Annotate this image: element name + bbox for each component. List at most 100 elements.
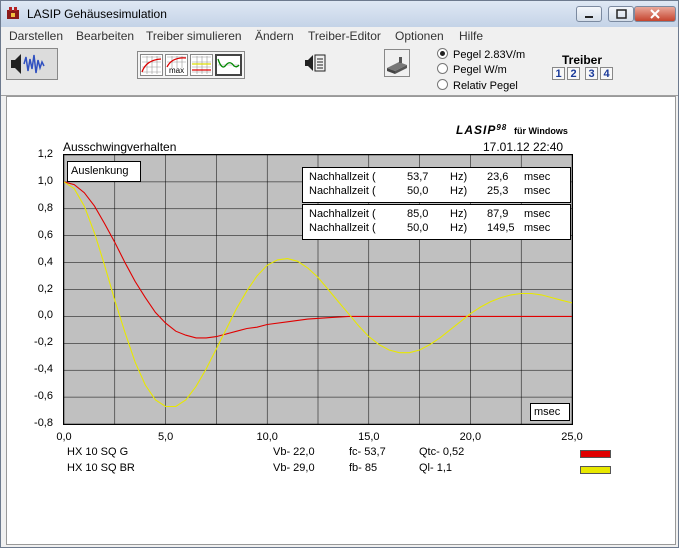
radio-unchecked-icon bbox=[437, 63, 448, 74]
y-tick-label: -0,6 bbox=[34, 390, 53, 403]
nachhall-unit: Hz) bbox=[450, 171, 468, 183]
legend-swatch[interactable] bbox=[580, 466, 611, 474]
nachhall-tunit: msec bbox=[524, 208, 551, 220]
nachhall-time: 25,3 bbox=[487, 185, 509, 197]
frequency-response-button[interactable] bbox=[140, 54, 163, 76]
x-tick-label: 0,0 bbox=[56, 431, 72, 443]
pegel-option-label: Relativ Pegel bbox=[453, 80, 518, 92]
radio-checked-icon bbox=[437, 48, 448, 59]
y-tick-label: 1,0 bbox=[37, 174, 53, 187]
menu-darstellen[interactable]: Darstellen bbox=[9, 29, 63, 43]
x-tick-label: 5,0 bbox=[157, 431, 174, 443]
nachhall-label: Nachhallzeit ( bbox=[309, 185, 376, 197]
frequency-chart-icon bbox=[141, 56, 162, 74]
legend-vb: Vb- 22,0 bbox=[273, 446, 315, 458]
x-tick-label: 25,0 bbox=[561, 431, 583, 443]
y-axis-label: Auslenkung bbox=[71, 165, 129, 177]
y-tick-label: -0,8 bbox=[34, 417, 53, 429]
y-tick-label: 0,2 bbox=[37, 282, 53, 295]
legend-f: fc- 53,7 bbox=[349, 446, 386, 458]
x-unit-box: msec bbox=[530, 403, 570, 421]
legend-vb: Vb- 29,0 bbox=[273, 462, 315, 474]
maximize-button[interactable] bbox=[608, 6, 634, 22]
y-tick-label: -0,2 bbox=[34, 336, 53, 349]
radio-unchecked-icon bbox=[437, 79, 448, 90]
nachhall-unit: Hz) bbox=[450, 222, 468, 234]
minimize-button[interactable] bbox=[576, 6, 602, 22]
nachhall-box: Nachhallzeit ( 85,0 Hz) 87,9 msec Nachhallzei… bbox=[302, 204, 571, 240]
chart-title: Ausschwingverhalten bbox=[63, 140, 177, 154]
nachhall-unit: Hz) bbox=[450, 185, 468, 197]
close-icon bbox=[650, 9, 660, 19]
legend-name: HX 10 SQ BR bbox=[67, 462, 135, 474]
menu-optionen[interactable]: Optionen bbox=[395, 29, 444, 43]
decay-wave-icon bbox=[217, 58, 240, 68]
nachhall-tunit: msec bbox=[524, 222, 551, 234]
x-tick-label: 15,0 bbox=[358, 431, 380, 443]
speaker-list-button[interactable] bbox=[303, 51, 329, 76]
pegel-option-283[interactable]: Pegel 2.83V/m bbox=[437, 48, 525, 61]
legend-q: Qtc- 0,52 bbox=[419, 446, 465, 458]
pegel-option-wm[interactable]: Pegel W/m bbox=[437, 63, 507, 76]
y-tick-label: 0,4 bbox=[37, 255, 53, 268]
legend-name: HX 10 SQ G bbox=[67, 446, 129, 458]
nachhall-label: Nachhallzeit ( bbox=[309, 171, 376, 183]
treiber-1-button[interactable]: 1 bbox=[552, 67, 565, 80]
chart-datetime: 17.01.12 22:40 bbox=[483, 140, 564, 154]
nachhall-box: Nachhallzeit ( 53,7 Hz) 23,6 msec Nachhallzei… bbox=[302, 167, 571, 203]
nachhall-tunit: msec bbox=[524, 171, 551, 183]
nachhall-time: 23,6 bbox=[487, 171, 509, 183]
nachhall-time: 149,5 bbox=[487, 222, 515, 234]
title-bar[interactable]: LASIP Gehäusesimulation bbox=[1, 1, 678, 27]
speaker-list-icon bbox=[305, 54, 326, 72]
treiber-3-button[interactable]: 3 bbox=[585, 67, 598, 80]
impedance-button[interactable] bbox=[190, 54, 213, 76]
menu-hilfe[interactable]: Hilfe bbox=[459, 29, 483, 43]
nachhall-label: Nachhallzeit ( bbox=[309, 208, 376, 220]
pegel-option-label: Pegel 2.83V/m bbox=[453, 49, 526, 61]
nachhall-freq: 50,0 bbox=[407, 185, 429, 197]
nachhall-time: 87,9 bbox=[487, 208, 509, 220]
maximize-icon bbox=[616, 9, 627, 19]
y-tick-label: -0,4 bbox=[34, 363, 53, 376]
x-tick-label: 10,0 bbox=[256, 431, 278, 443]
max-level-button[interactable]: max bbox=[165, 54, 188, 76]
y-axis-label-box: Auslenkung bbox=[67, 161, 141, 182]
y-tick-label: 1,2 bbox=[37, 148, 53, 160]
y-tick-label: 0,0 bbox=[37, 309, 53, 322]
box-icon bbox=[387, 57, 407, 74]
lasip-logo: LASIP98 bbox=[456, 123, 508, 137]
nachhall-unit: Hz) bbox=[450, 208, 468, 220]
decay-button[interactable] bbox=[215, 54, 242, 76]
nachhall-freq: 53,7 bbox=[407, 171, 429, 183]
window-title: LASIP Gehäusesimulation bbox=[27, 7, 167, 21]
nachhall-freq: 50,0 bbox=[407, 222, 429, 234]
view-toggle-group: max bbox=[137, 51, 245, 79]
pegel-option-relativ[interactable]: Relativ Pegel bbox=[437, 79, 518, 92]
y-tick-label: 0,8 bbox=[37, 201, 53, 214]
treiber-2-button[interactable]: 2 bbox=[567, 67, 580, 80]
grid-chart-icon bbox=[192, 56, 211, 74]
menu-treiber-simulieren[interactable]: Treiber simulieren bbox=[146, 29, 242, 43]
treiber-4-button[interactable]: 4 bbox=[600, 67, 613, 80]
legend-f: fb- 85 bbox=[349, 462, 378, 474]
menu-aendern[interactable]: Ändern bbox=[255, 29, 294, 43]
app-window: LASIP Gehäusesimulation Darstellen Bearb… bbox=[0, 0, 679, 548]
logo-subtitle: für Windows bbox=[514, 126, 568, 136]
menu-treiber-editor[interactable]: Treiber-Editor bbox=[308, 29, 381, 43]
menu-bearbeiten[interactable]: Bearbeiten bbox=[76, 29, 134, 43]
x-tick-label: 20,0 bbox=[459, 431, 482, 443]
legend-swatch[interactable] bbox=[580, 450, 611, 458]
pegel-option-label: Pegel W/m bbox=[453, 64, 507, 76]
legend-q: Ql- 1,1 bbox=[419, 462, 453, 474]
close-button[interactable] bbox=[634, 6, 676, 22]
minimize-icon bbox=[585, 16, 593, 18]
sound-wave-button[interactable] bbox=[6, 48, 58, 80]
enclosure-box-button[interactable] bbox=[384, 49, 410, 77]
nachhall-label: Nachhallzeit ( bbox=[309, 222, 376, 234]
app-icon bbox=[7, 7, 19, 19]
nachhall-freq: 85,0 bbox=[407, 208, 429, 220]
nachhall-tunit: msec bbox=[524, 185, 551, 197]
y-tick-label: 0,6 bbox=[37, 228, 53, 241]
menu-bar: Darstellen Bearbeiten Treiber simulieren… bbox=[1, 27, 678, 45]
